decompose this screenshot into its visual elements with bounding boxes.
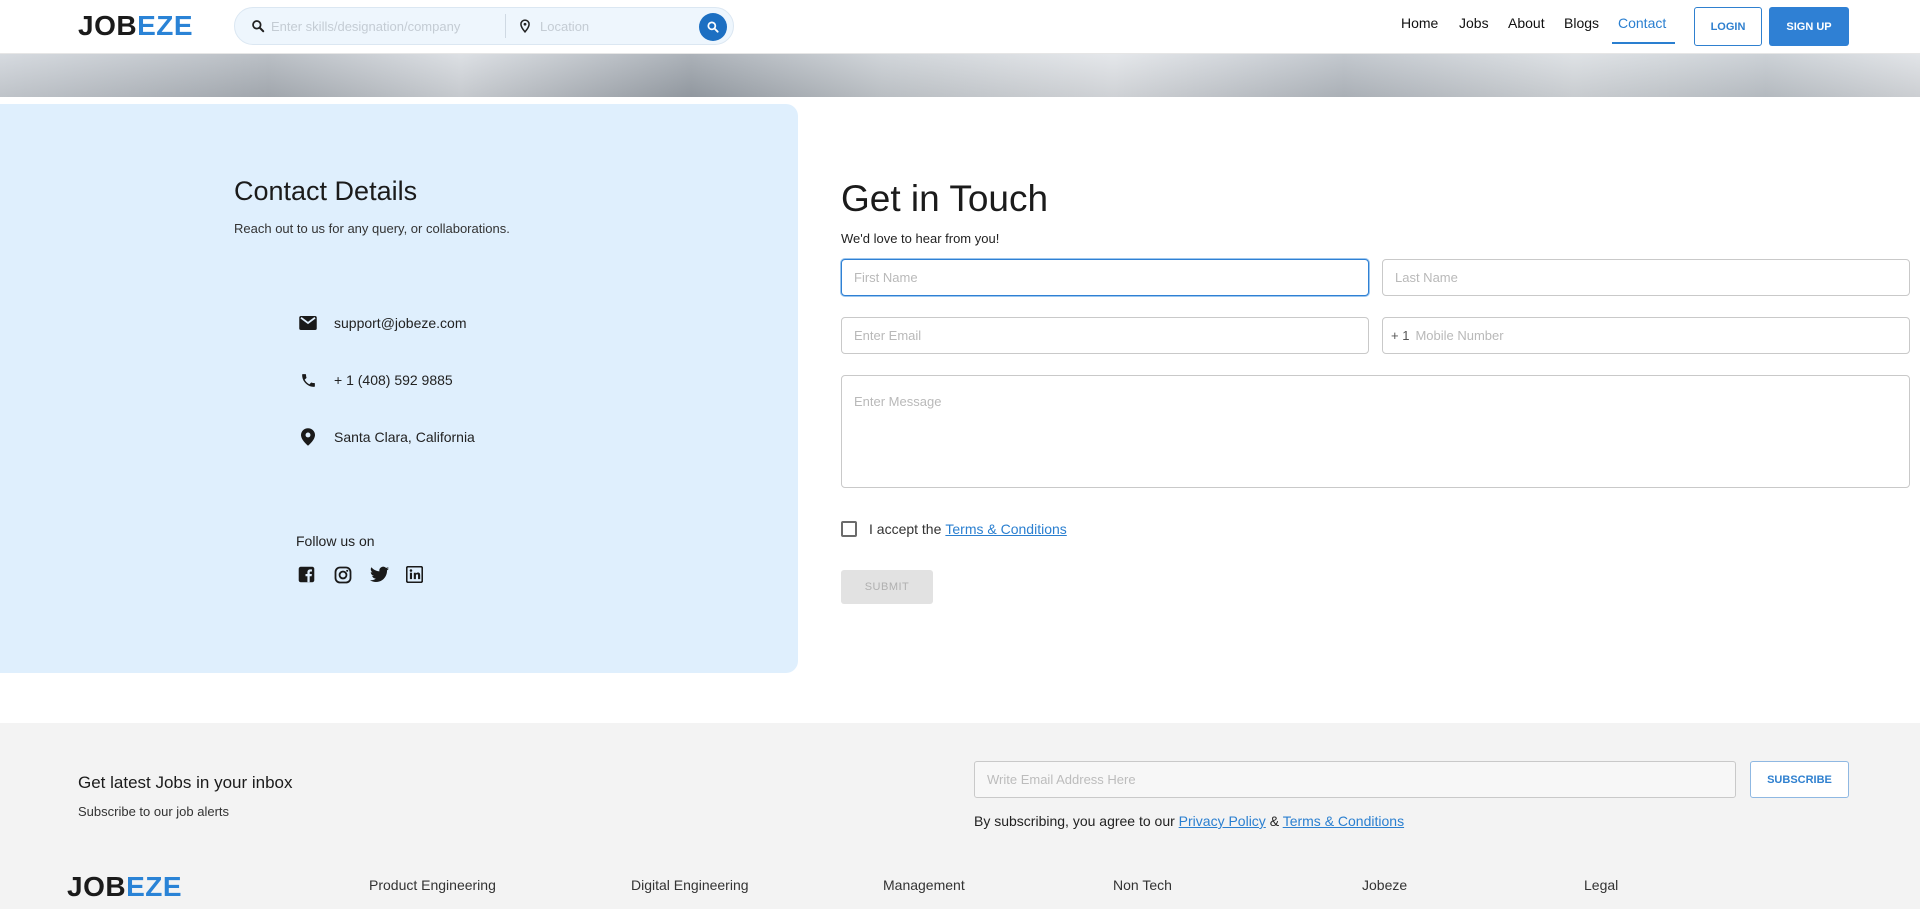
nav-jobs[interactable]: Jobs	[1459, 15, 1489, 31]
subscribe-agreement: By subscribing, you agree to our Privacy…	[974, 813, 1404, 829]
privacy-policy-link[interactable]: Privacy Policy	[1179, 813, 1266, 829]
footer-col-non-tech[interactable]: Non Tech	[1113, 877, 1172, 893]
get-in-touch-subtitle: We'd love to hear from you!	[841, 231, 1000, 246]
terms-consent-row: I accept the Terms & Conditions	[841, 521, 1067, 537]
footer-col-legal[interactable]: Legal	[1584, 877, 1618, 893]
terms-conditions-link[interactable]: Terms & Conditions	[945, 521, 1066, 537]
terms-checkbox[interactable]	[841, 521, 857, 537]
twitter-icon[interactable]	[370, 566, 389, 585]
social-links	[298, 566, 425, 585]
nav-blogs[interactable]: Blogs	[1564, 15, 1599, 31]
location-pin-icon	[296, 428, 320, 446]
email-input[interactable]	[841, 317, 1369, 354]
follow-us-label: Follow us on	[296, 533, 375, 549]
terms-label: I accept the	[869, 521, 942, 537]
footer-terms-link[interactable]: Terms & Conditions	[1283, 813, 1404, 829]
nav-contact[interactable]: Contact	[1618, 15, 1666, 31]
mobile-number-input[interactable]	[1415, 328, 1856, 343]
footer-col-digital-engineering[interactable]: Digital Engineering	[631, 877, 749, 893]
linkedin-icon[interactable]	[406, 566, 425, 585]
phone-icon	[296, 371, 320, 389]
first-name-input[interactable]	[841, 259, 1369, 296]
nav-about[interactable]: About	[1508, 15, 1545, 31]
agreement-text: By subscribing, you agree to our	[974, 813, 1175, 829]
contact-phone[interactable]: + 1 (408) 592 9885	[334, 372, 453, 388]
newsletter-email-input[interactable]	[974, 761, 1736, 798]
last-name-input[interactable]	[1382, 259, 1910, 296]
agreement-ampersand: &	[1269, 813, 1280, 829]
subscribe-button[interactable]: SUBSCRIBE	[1750, 761, 1849, 798]
contact-details-title: Contact Details	[234, 176, 418, 206]
facebook-icon[interactable]	[298, 566, 317, 585]
top-header: JOBEZE Home Jobs About Blogs Contact LOG…	[0, 0, 1920, 54]
hero-banner-image	[0, 54, 1920, 97]
mobile-number-field: + 1	[1382, 317, 1910, 354]
footer-col-management[interactable]: Management	[883, 877, 965, 893]
country-code[interactable]: + 1	[1391, 328, 1409, 343]
message-textarea[interactable]	[841, 375, 1910, 488]
contact-location-row: Santa Clara, California	[296, 428, 475, 446]
email-icon	[296, 314, 320, 332]
login-button[interactable]: LOGIN	[1694, 7, 1762, 46]
contact-email[interactable]: support@jobeze.com	[334, 315, 467, 331]
contact-email-row: support@jobeze.com	[296, 314, 467, 332]
submit-button[interactable]: SUBMIT	[841, 570, 933, 604]
nav-home[interactable]: Home	[1401, 15, 1438, 31]
footer-col-product-engineering[interactable]: Product Engineering	[369, 877, 496, 893]
footer-col-jobeze[interactable]: Jobeze	[1362, 877, 1407, 893]
footer-logo-text-job: JOB	[67, 871, 127, 902]
signup-button[interactable]: SIGN UP	[1769, 7, 1849, 46]
main-nav: Home Jobs About Blogs Contact LOGIN SIGN…	[0, 0, 1920, 54]
footer-jobeze-logo[interactable]: JOBEZE	[67, 871, 182, 903]
get-in-touch-title: Get in Touch	[841, 178, 1049, 219]
instagram-icon[interactable]	[334, 566, 353, 585]
contact-location: Santa Clara, California	[334, 429, 475, 445]
footer-logo-text-eze: EZE	[126, 871, 183, 902]
newsletter-subtitle: Subscribe to our job alerts	[78, 804, 230, 819]
nav-active-indicator	[1612, 42, 1675, 44]
contact-phone-row: + 1 (408) 592 9885	[296, 371, 453, 389]
contact-details-subtitle: Reach out to us for any query, or collab…	[234, 221, 510, 236]
newsletter-title: Get latest Jobs in your inbox	[78, 773, 293, 792]
